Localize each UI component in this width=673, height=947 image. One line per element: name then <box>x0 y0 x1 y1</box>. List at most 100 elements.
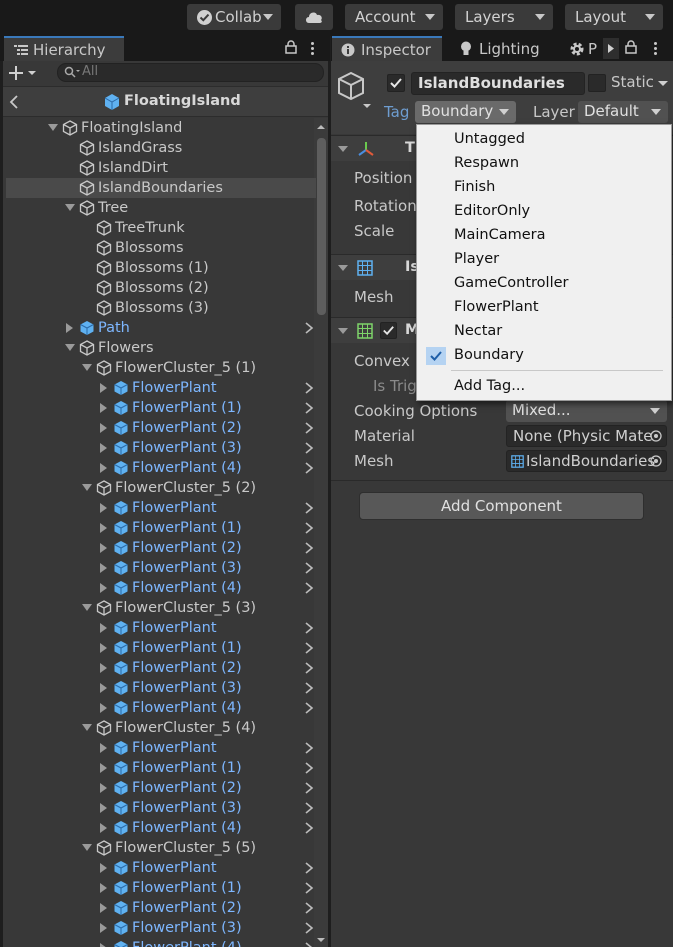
menu-item-tag[interactable]: GameController <box>418 272 670 295</box>
hierarchy-item[interactable]: FlowerPlant (4) <box>6 818 316 838</box>
foldout-collapsed-icon[interactable] <box>100 763 107 773</box>
foldout-collapsed-icon[interactable] <box>100 803 107 813</box>
foldout-collapsed-icon[interactable] <box>100 503 107 513</box>
open-prefab-chevron-icon[interactable] <box>303 881 315 895</box>
hierarchy-item[interactable]: FlowerPlant <box>6 498 316 518</box>
hierarchy-item[interactable]: FlowerPlant (2) <box>6 778 316 798</box>
static-dropdown-icon[interactable] <box>657 79 669 89</box>
foldout-expanded-icon[interactable] <box>82 844 92 851</box>
inspector-lock-icon[interactable] <box>625 40 637 58</box>
foldout-collapsed-icon[interactable] <box>100 443 107 453</box>
foldout-expanded-icon[interactable] <box>82 604 92 611</box>
hierarchy-item[interactable]: FlowerPlant (4) <box>6 938 316 947</box>
foldout-collapsed-icon[interactable] <box>100 663 107 673</box>
open-prefab-chevron-icon[interactable] <box>303 921 315 935</box>
tab-project-settings[interactable]: P <box>567 36 603 61</box>
hierarchy-item[interactable]: Blossoms (2) <box>6 278 316 298</box>
tab-overflow-button[interactable] <box>603 38 619 59</box>
foldout-collapsed-icon[interactable] <box>100 703 107 713</box>
hierarchy-item[interactable]: FlowerPlant (3) <box>6 678 316 698</box>
open-prefab-chevron-icon[interactable] <box>303 861 315 875</box>
foldout-collapsed-icon[interactable] <box>100 583 107 593</box>
open-prefab-chevron-icon[interactable] <box>303 801 315 815</box>
open-prefab-chevron-icon[interactable] <box>303 821 315 835</box>
hierarchy-item[interactable]: IslandGrass <box>6 138 316 158</box>
object-picker-icon[interactable] <box>649 429 663 443</box>
hierarchy-item[interactable]: Tree <box>6 198 316 218</box>
menu-item-tag[interactable]: Boundary <box>418 344 670 367</box>
open-prefab-chevron-icon[interactable] <box>303 761 315 775</box>
open-prefab-chevron-icon[interactable] <box>303 461 315 475</box>
tab-lighting[interactable]: Lighting <box>452 36 557 61</box>
hierarchy-item[interactable]: Blossoms (3) <box>6 298 316 318</box>
layer-dropdown[interactable]: Default <box>578 101 668 123</box>
open-prefab-chevron-icon[interactable] <box>303 641 315 655</box>
menu-item-tag[interactable]: MainCamera <box>418 224 670 247</box>
hierarchy-item[interactable]: FlowerPlant (2) <box>6 538 316 558</box>
hierarchy-item[interactable]: IslandBoundaries <box>6 178 316 198</box>
hierarchy-item[interactable]: FlowerPlant <box>6 858 316 878</box>
collab-button[interactable]: Collab <box>187 4 281 30</box>
hierarchy-item[interactable]: FlowerPlant (3) <box>6 558 316 578</box>
tab-hierarchy[interactable]: Hierarchy <box>4 36 124 61</box>
foldout-collapsed-icon[interactable] <box>100 783 107 793</box>
hierarchy-item[interactable]: FlowerPlant (1) <box>6 878 316 898</box>
open-prefab-chevron-icon[interactable] <box>303 661 315 675</box>
cooking-options-dropdown[interactable]: Mixed... <box>506 400 667 422</box>
hierarchy-item[interactable]: FlowerCluster_5 (3) <box>6 598 316 618</box>
foldout-collapsed-icon[interactable] <box>100 523 107 533</box>
open-prefab-chevron-icon[interactable] <box>303 621 315 635</box>
hierarchy-item[interactable]: FlowerPlant (2) <box>6 658 316 678</box>
menu-item-tag[interactable]: EditorOnly <box>418 200 670 223</box>
hierarchy-item[interactable]: FlowerPlant (2) <box>6 418 316 438</box>
foldout-collapsed-icon[interactable] <box>100 883 107 893</box>
hierarchy-item[interactable]: TreeTrunk <box>6 218 316 238</box>
open-prefab-chevron-icon[interactable] <box>303 561 315 575</box>
hierarchy-item[interactable]: FlowerPlant (1) <box>6 398 316 418</box>
hierarchy-item[interactable]: FlowerCluster_5 (5) <box>6 838 316 858</box>
material-field[interactable]: None (Physic Mate <box>506 425 667 447</box>
foldout-collapsed-icon[interactable] <box>100 463 107 473</box>
collider-mesh-field[interactable]: IslandBoundaries <box>506 450 667 472</box>
open-prefab-chevron-icon[interactable] <box>303 421 315 435</box>
hierarchy-item[interactable]: FlowerPlant (1) <box>6 518 316 538</box>
hierarchy-item[interactable]: FlowerPlant <box>6 378 316 398</box>
open-prefab-chevron-icon[interactable] <box>303 681 315 695</box>
back-chevron-icon[interactable] <box>9 95 19 109</box>
foldout-expanded-icon[interactable] <box>82 364 92 371</box>
menu-item-tag[interactable]: Untagged <box>418 128 670 151</box>
foldout-collapsed-icon[interactable] <box>100 923 107 933</box>
foldout-collapsed-icon[interactable] <box>100 383 107 393</box>
hierarchy-item[interactable]: FlowerPlant <box>6 738 316 758</box>
hierarchy-search-input[interactable]: All <box>57 63 324 82</box>
hierarchy-item[interactable]: IslandDirt <box>6 158 316 178</box>
foldout-collapsed-icon[interactable] <box>66 323 73 333</box>
hierarchy-item[interactable]: FlowerPlant (1) <box>6 638 316 658</box>
hierarchy-item[interactable]: FlowerPlant (2) <box>6 898 316 918</box>
layout-dropdown[interactable]: Layout <box>565 4 663 30</box>
open-prefab-chevron-icon[interactable] <box>303 541 315 555</box>
active-checkbox[interactable] <box>387 74 405 92</box>
open-prefab-chevron-icon[interactable] <box>303 741 315 755</box>
hierarchy-item[interactable]: FlowerPlant (3) <box>6 438 316 458</box>
static-checkbox[interactable] <box>588 74 606 92</box>
object-picker-icon[interactable] <box>649 454 663 468</box>
hierarchy-item[interactable]: FlowerPlant (4) <box>6 458 316 478</box>
hierarchy-item[interactable]: FlowerPlant (1) <box>6 758 316 778</box>
mesh-collider-enabled-checkbox[interactable] <box>380 322 397 339</box>
cloud-button[interactable] <box>295 4 333 30</box>
layers-dropdown[interactable]: Layers <box>455 4 553 30</box>
open-prefab-chevron-icon[interactable] <box>303 441 315 455</box>
foldout-collapsed-icon[interactable] <box>100 623 107 633</box>
add-component-button[interactable]: Add Component <box>359 492 644 520</box>
hierarchy-item[interactable]: FlowerPlant <box>6 618 316 638</box>
object-name-field[interactable]: IslandBoundaries <box>411 72 585 95</box>
open-prefab-chevron-icon[interactable] <box>303 501 315 515</box>
inspector-menu-icon[interactable] <box>654 42 658 56</box>
open-prefab-chevron-icon[interactable] <box>303 581 315 595</box>
foldout-expanded-icon[interactable] <box>65 344 75 351</box>
open-prefab-chevron-icon[interactable] <box>303 521 315 535</box>
tab-inspector[interactable]: Inspector <box>332 36 442 61</box>
menu-item-add-tag[interactable]: Add Tag... <box>418 375 670 398</box>
foldout-collapsed-icon[interactable] <box>100 943 107 947</box>
